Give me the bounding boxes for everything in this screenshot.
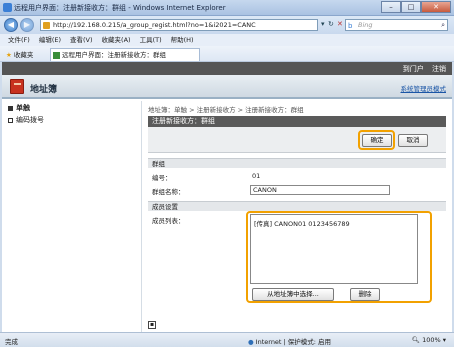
admin-mode-link[interactable]: 系统管理员模式 xyxy=(401,83,447,93)
search-icon[interactable]: ⌕ xyxy=(441,20,445,30)
url-input[interactable]: http://192.168.0.215/a_group_regist.html… xyxy=(40,19,318,31)
security-zone: ● Internet | 保护模式: 启用 xyxy=(248,336,331,346)
tab-page-icon xyxy=(53,52,60,59)
search-placeholder: Bing xyxy=(358,21,373,29)
action-bar: 确定 取消 xyxy=(148,127,446,153)
page-bottom-icon[interactable]: ▪ xyxy=(148,321,156,329)
zoom-value: 100% xyxy=(422,336,441,344)
header-links: 到门户 注销 xyxy=(397,64,446,74)
bullet-icon xyxy=(8,117,13,123)
url-text: http://192.168.0.215/a_group_regist.html… xyxy=(53,21,256,29)
ie-app-icon xyxy=(3,3,12,12)
menu-favorites[interactable]: 收藏夹(A) xyxy=(102,34,131,46)
panel-title: 注册新接收方：群组 xyxy=(148,116,446,127)
sidebar-item-one-touch[interactable]: 单触 xyxy=(8,103,30,113)
cancel-button[interactable]: 取消 xyxy=(398,134,428,147)
favorites-label: 收藏夹 xyxy=(13,51,34,59)
member-list-box[interactable]: [传真] CANON01 0123456789 xyxy=(250,214,418,284)
sidebar-item-label: 编码拨号 xyxy=(16,116,44,124)
address-book-icon xyxy=(10,79,24,94)
maximize-button[interactable]: □ xyxy=(401,1,421,13)
refresh-icon[interactable]: ↻ xyxy=(328,20,334,28)
window-titlebar: 远程用户界面：注册新接收方：群组 - Windows Internet Expl… xyxy=(0,0,454,16)
minimize-button[interactable]: – xyxy=(381,1,401,13)
zoom-control[interactable]: 🔍︎ 100% ▾ xyxy=(412,336,446,344)
member-section-label: 成员设置 xyxy=(148,201,446,211)
menu-view[interactable]: 查看(V) xyxy=(70,34,93,46)
breadcrumb: 地址簿：单触 > 注册新接收方 > 注册新接收方：群组 xyxy=(148,106,304,114)
bing-icon: b xyxy=(348,22,353,30)
portal-link[interactable]: 到门户 xyxy=(403,65,424,73)
stop-icon[interactable]: ✕ xyxy=(337,20,343,28)
group-name-input[interactable]: CANON xyxy=(250,185,390,195)
tab-title: 远程用户界面：注册新接收方：群组 xyxy=(62,51,166,59)
page-favicon-icon xyxy=(43,22,50,29)
menu-edit[interactable]: 编辑(E) xyxy=(39,34,61,46)
star-icon: ★ xyxy=(6,51,12,59)
status-bar: 完成 ● Internet | 保护模式: 启用 🔍︎ 100% ▾ xyxy=(0,332,454,347)
close-window-button[interactable]: ✕ xyxy=(421,1,451,13)
sidebar: 单触 编码拨号 xyxy=(2,101,142,332)
number-label: 编号： xyxy=(152,174,172,182)
zoom-icon: 🔍︎ xyxy=(411,336,420,344)
page-title: 地址簿 xyxy=(30,85,58,95)
page-header: 地址簿 系统管理员模式 xyxy=(2,75,452,99)
sidebar-item-coded-dial[interactable]: 编码拨号 xyxy=(8,115,44,125)
search-input[interactable]: b Bing ⌕ xyxy=(345,19,448,31)
window-title: 远程用户界面：注册新接收方：群组 - Windows Internet Expl… xyxy=(14,4,226,12)
favorites-button[interactable]: ★ 收藏夹 xyxy=(6,49,33,59)
delete-button[interactable]: 删除 xyxy=(350,288,380,301)
menu-help[interactable]: 帮助(H) xyxy=(171,34,194,46)
zone-text: Internet | 保护模式: 启用 xyxy=(255,338,332,346)
sidebar-item-label: 单触 xyxy=(16,104,30,112)
menu-bar: 文件(F) 编辑(E) 查看(V) 收藏夹(A) 工具(T) 帮助(H) xyxy=(0,34,454,46)
member-list-label: 成员列表： xyxy=(152,217,185,225)
url-dropdown-icon[interactable]: ▾ xyxy=(321,20,325,28)
ok-button[interactable]: 确定 xyxy=(362,134,392,147)
window-controls: – □ ✕ xyxy=(381,1,451,13)
top-header-bar: 到门户 注销 xyxy=(2,62,452,75)
address-toolbar: ◀ ▶ http://192.168.0.215/a_group_regist.… xyxy=(0,16,454,34)
forward-button[interactable]: ▶ xyxy=(20,18,34,32)
group-name-label: 群组名称： xyxy=(152,188,185,196)
number-value: 01 xyxy=(252,172,261,180)
web-page: 到门户 注销 地址簿 系统管理员模式 单触 编码拨号 地址簿：单触 > 注册新接… xyxy=(2,62,452,332)
select-from-addressbook-button[interactable]: 从地址簿中选择... xyxy=(252,288,334,301)
menu-file[interactable]: 文件(F) xyxy=(8,34,30,46)
favorites-bar: ★ 收藏夹 远程用户界面：注册新接收方：群组 xyxy=(0,46,454,62)
status-text: 完成 xyxy=(5,338,18,346)
menu-tools[interactable]: 工具(T) xyxy=(140,34,162,46)
member-list-item[interactable]: [传真] CANON01 0123456789 xyxy=(254,218,350,228)
browser-tab[interactable]: 远程用户界面：注册新接收方：群组 xyxy=(50,48,200,61)
logout-link[interactable]: 注销 xyxy=(432,65,446,73)
globe-icon: ● xyxy=(248,338,254,346)
group-section-label: 群组 xyxy=(148,158,446,168)
bullet-icon xyxy=(8,105,13,111)
main-content: 地址簿：单触 > 注册新接收方 > 注册新接收方：群组 注册新接收方：群组 确定… xyxy=(148,101,446,332)
back-button[interactable]: ◀ xyxy=(4,18,18,32)
